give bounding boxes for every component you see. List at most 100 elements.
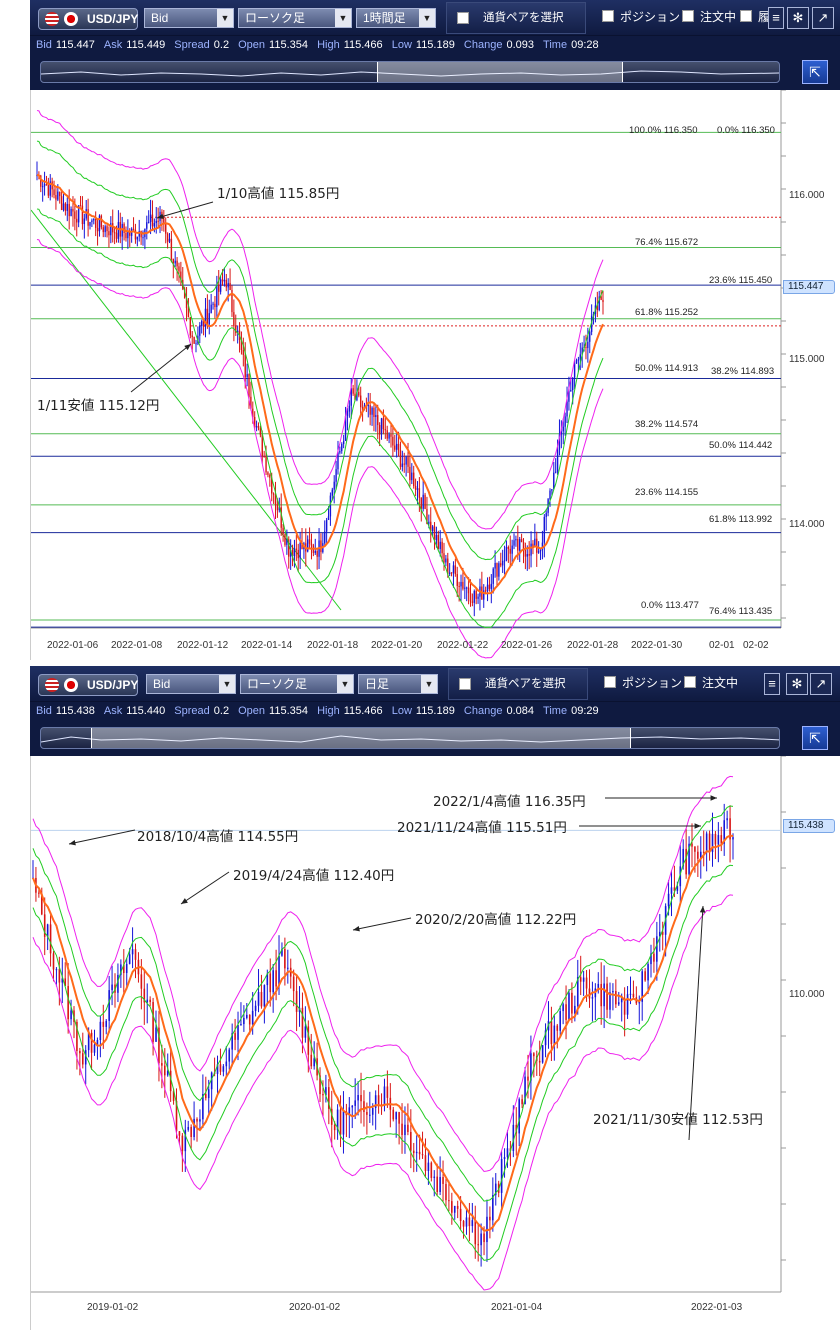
orders-checkbox[interactable] [684, 676, 696, 688]
chevron-down-icon: ▼ [419, 9, 435, 27]
candle-body [473, 590, 475, 603]
chart-type-select[interactable]: ローソク足 ▼ [238, 8, 352, 28]
plot-area[interactable]: 110.000 115.438 2022/1/4高値 116.35円 2021/… [30, 755, 840, 1330]
candle-body [358, 391, 360, 396]
history-checkbox[interactable] [740, 10, 752, 22]
orders-checkbox[interactable] [682, 10, 694, 22]
candle-body [200, 321, 203, 326]
annotation-arrow [180, 871, 230, 905]
candle-body [570, 390, 572, 392]
symbol-button[interactable]: USD/JPY [38, 674, 138, 696]
candle-body [346, 411, 349, 416]
candle-body [81, 1053, 84, 1065]
candle-body [64, 203, 67, 211]
pair-select-button[interactable]: 通貨ペアを選択 [446, 2, 586, 34]
candle-body [70, 1010, 72, 1020]
jp-flag-icon [64, 12, 78, 26]
candle-body [94, 218, 97, 228]
zoom-icon[interactable]: ⇱ [802, 726, 828, 750]
candle-body [468, 1217, 471, 1227]
x-tick: 2022-01-18 [307, 640, 359, 651]
candle-body [58, 969, 61, 983]
position-checkbox[interactable] [602, 10, 614, 22]
chevron-down-icon: ▼ [421, 675, 437, 693]
candle-body [99, 1021, 102, 1040]
candle-body [244, 354, 246, 378]
plot-area[interactable]: 116.000 115.000 114.000 115.447 100.0% 1… [30, 89, 840, 660]
menu-icon[interactable]: ≡ [764, 673, 780, 695]
spread-label: Spread [174, 705, 210, 717]
pair-select-button[interactable]: 通貨ペアを選択 [448, 668, 588, 700]
pair-checkbox[interactable] [457, 12, 469, 24]
candle-body [513, 540, 515, 546]
candle-body [401, 1123, 403, 1136]
gear-icon[interactable]: ✻ [787, 7, 809, 29]
menu-icon[interactable]: ≡ [768, 7, 784, 29]
candle-body [161, 1063, 163, 1066]
annotation-arrowhead [69, 839, 76, 846]
candle-body [448, 572, 451, 574]
annotation-arrowhead [184, 344, 191, 351]
candle-body [52, 953, 55, 970]
candle-body [427, 1162, 430, 1171]
candle-body [435, 535, 438, 541]
change-value: 0.093 [506, 39, 534, 51]
candle-body [316, 551, 318, 557]
pair-checkbox[interactable] [459, 678, 471, 690]
candle-body [543, 516, 546, 543]
gear-icon[interactable]: ✻ [786, 673, 808, 695]
candle-body [357, 1095, 359, 1101]
candle-body [617, 1002, 620, 1005]
candle-body [60, 196, 63, 211]
candle-body [251, 1010, 254, 1025]
navigator-window[interactable] [377, 62, 623, 82]
candle-body [176, 260, 178, 267]
candle-body [102, 1021, 105, 1027]
candle-body [134, 949, 137, 960]
symbol-button[interactable]: USD/JPY [38, 8, 138, 30]
candle-body [398, 1112, 400, 1124]
candle-body [439, 541, 441, 549]
x-tick: 2022-01-03 [691, 1302, 743, 1313]
fibo-label: 23.6% 114.155 [635, 487, 699, 498]
candle-body [199, 1119, 201, 1122]
x-tick: 2022-01-22 [437, 640, 489, 651]
candle-body [566, 401, 568, 417]
candle-body [191, 335, 193, 337]
candle-body [509, 548, 511, 554]
fibo-label: 50.0% 114.442 [709, 440, 773, 451]
candle-body [554, 471, 557, 473]
fibo-label: 76.4% 115.672 [635, 237, 699, 248]
candle-body [498, 563, 500, 577]
candle-body [395, 1112, 397, 1120]
navigator-strip[interactable] [40, 727, 780, 749]
y-tick: 116.000 [789, 190, 825, 201]
timeframe-select[interactable]: 日足 ▼ [358, 674, 438, 694]
candle-body [190, 1126, 192, 1137]
chart-type-select[interactable]: ローソク足 ▼ [240, 674, 354, 694]
popout-icon[interactable]: ↗ [810, 673, 832, 695]
candle-body [255, 426, 258, 428]
position-checkbox[interactable] [604, 676, 616, 688]
x-tick: 2021-01-04 [491, 1302, 543, 1313]
annotation-high-20181004: 2018/10/4高値 114.55円 [137, 829, 299, 845]
navigator-strip[interactable] [40, 61, 780, 83]
candle-body [685, 848, 687, 875]
candle-body [587, 341, 589, 349]
zoom-icon[interactable]: ⇱ [802, 60, 828, 84]
candle-body [146, 222, 148, 229]
timeframe-select[interactable]: 1時間足 ▼ [356, 8, 436, 28]
navigator-window[interactable] [91, 728, 631, 748]
candle-body [299, 542, 301, 559]
candle-body [339, 451, 341, 453]
candle-body [216, 284, 218, 308]
candle-body [424, 494, 426, 509]
price-type-select[interactable]: Bid ▼ [146, 674, 236, 694]
candle-body [225, 1061, 228, 1067]
price-type-select[interactable]: Bid ▼ [144, 8, 234, 28]
candle-body [322, 1094, 324, 1096]
candle-body [223, 279, 226, 282]
popout-icon[interactable]: ↗ [812, 7, 834, 29]
navigator: ⇱ [30, 54, 840, 90]
candle-body [339, 1109, 342, 1135]
